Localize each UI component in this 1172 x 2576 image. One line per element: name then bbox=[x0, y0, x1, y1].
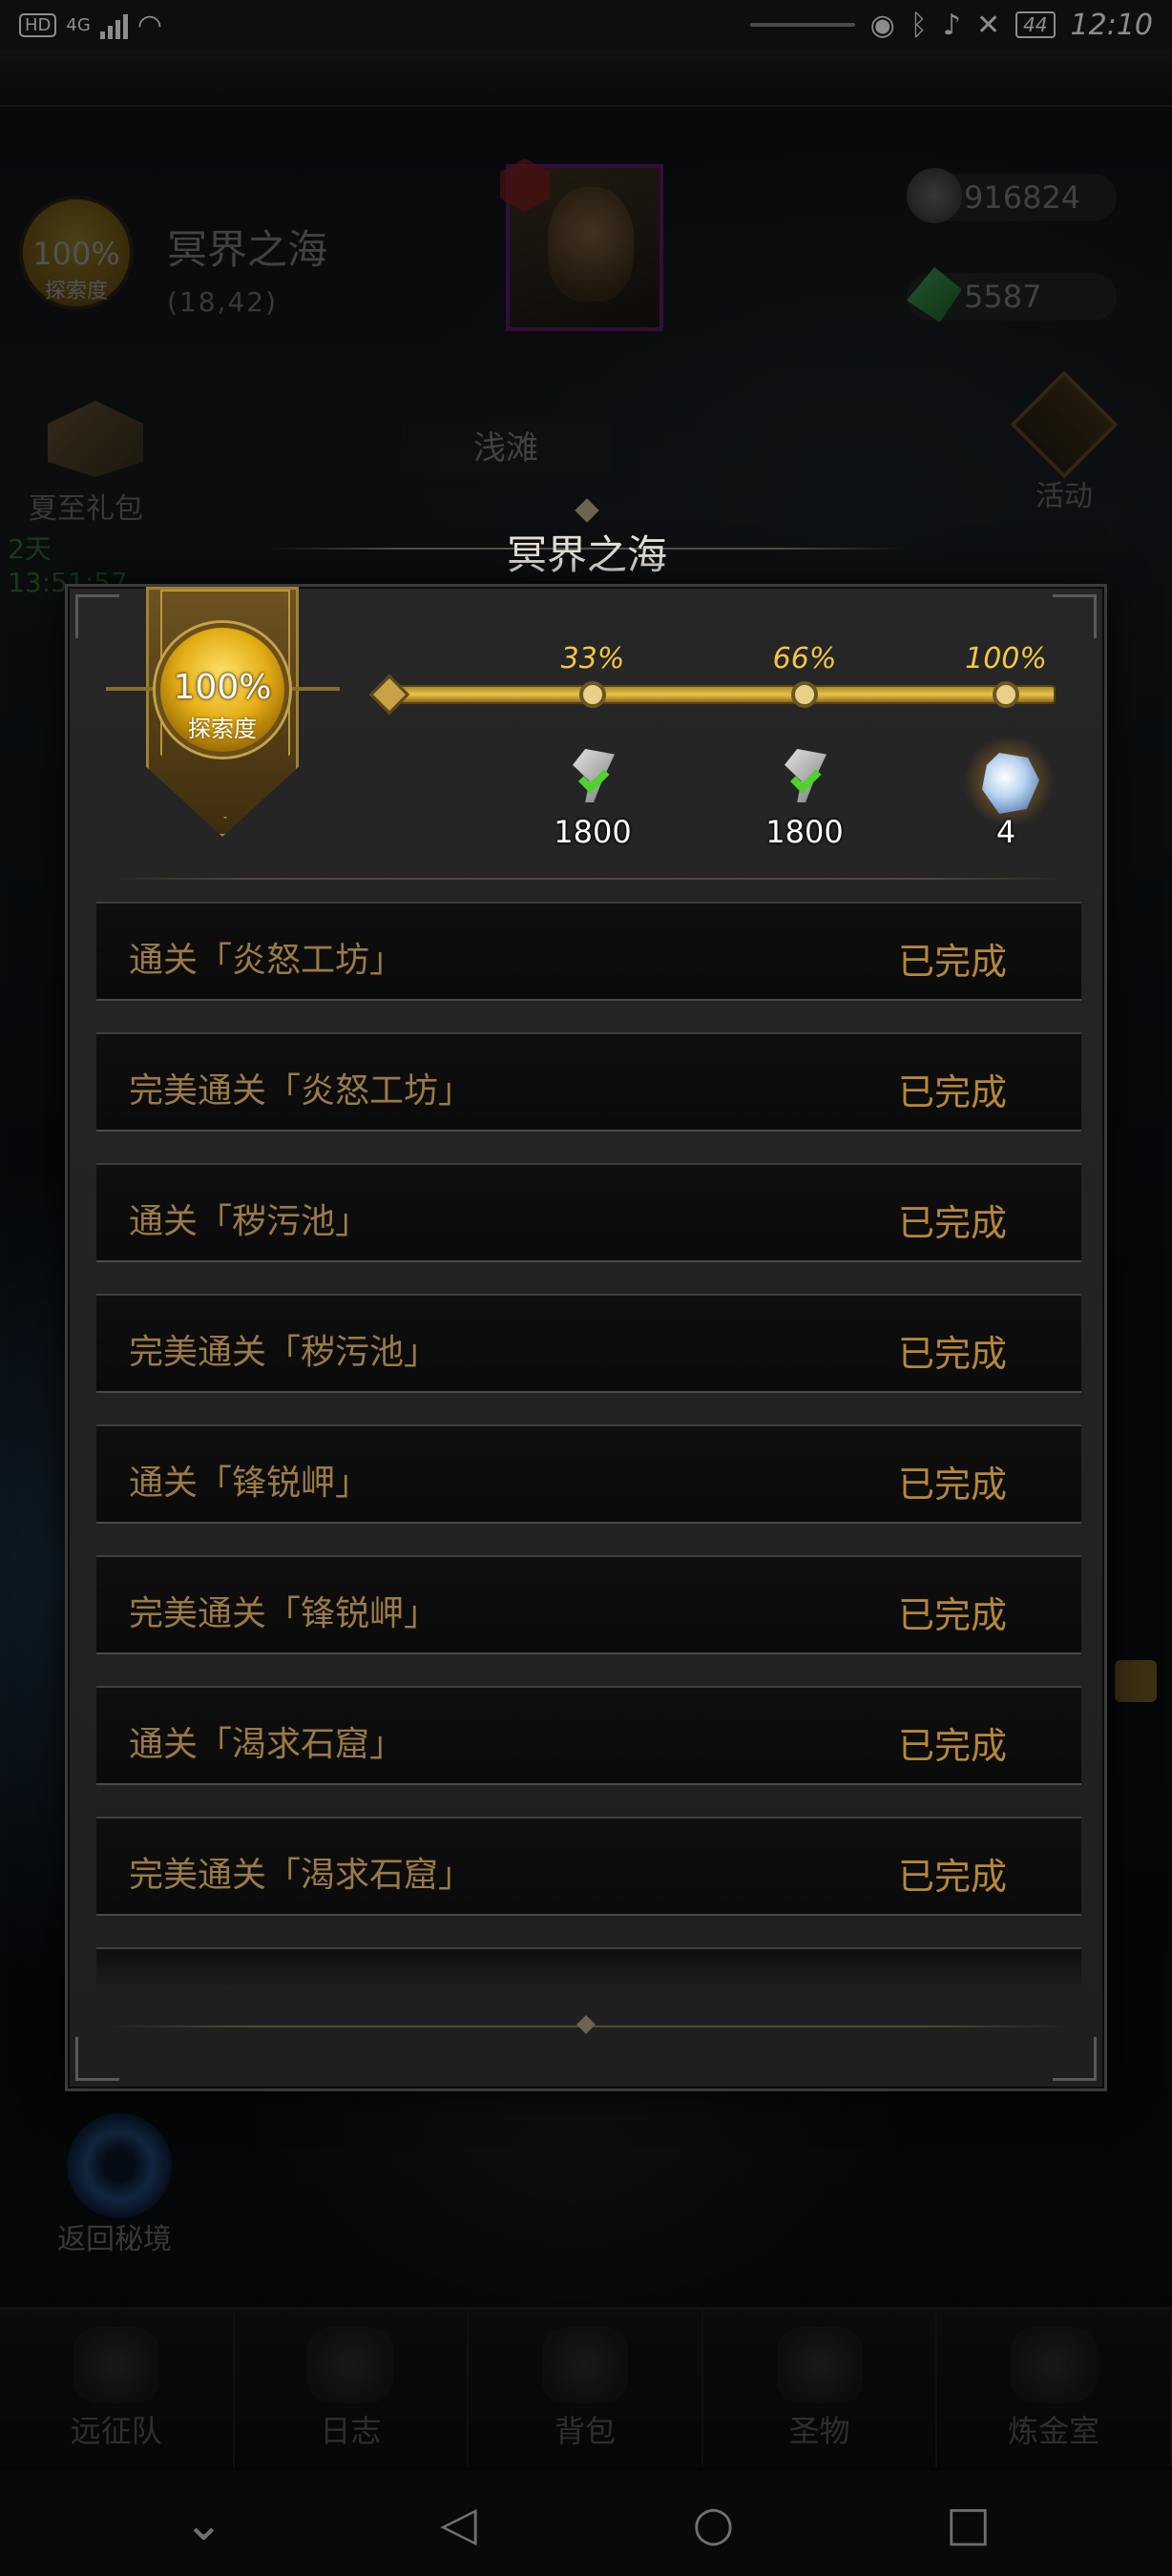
task-name: 完美通关「秽污池」 bbox=[129, 1333, 439, 1372]
check-icon bbox=[785, 760, 842, 808]
explore-medal: 100% 探索度 bbox=[156, 623, 289, 757]
task-name: 通关「秽污池」 bbox=[129, 1202, 370, 1241]
reward-axe-icon[interactable] bbox=[771, 749, 838, 816]
divider bbox=[106, 878, 1070, 880]
corner-ornament bbox=[75, 594, 119, 638]
task-status: 已完成 bbox=[898, 1464, 1008, 1506]
reward-count: 4 bbox=[995, 814, 1016, 850]
task-status: 已完成 bbox=[898, 1725, 1008, 1767]
medal-spike bbox=[106, 687, 163, 691]
task-status: 已完成 bbox=[898, 1856, 1008, 1898]
task-row[interactable]: 完美通关「渴求石窟」 已完成 bbox=[96, 1817, 1081, 1916]
reward-count: 1800 bbox=[554, 814, 632, 850]
list-fade bbox=[96, 1951, 1081, 1999]
reward-crystal-icon[interactable] bbox=[963, 736, 1055, 827]
exploration-modal: 100% 探索度 33% 1800 66% 1800 100% 4 通关「炎怒工坊」 已完成… bbox=[65, 584, 1107, 2091]
corner-ornament bbox=[75, 2037, 119, 2081]
corner-ornament bbox=[1053, 594, 1097, 638]
corner-ornament bbox=[1053, 2037, 1097, 2081]
modal-header: 冥界之海 bbox=[267, 498, 907, 592]
task-name: 通关「渴求石窟」 bbox=[129, 1725, 405, 1764]
task-row[interactable]: 完美通关「秽污池」 已完成 bbox=[96, 1294, 1081, 1393]
task-row[interactable]: 完美通关「炎怒工坊」 已完成 bbox=[96, 1032, 1081, 1132]
task-name: 完美通关「锋锐岬」 bbox=[129, 1594, 439, 1633]
progress-bar bbox=[387, 685, 1056, 704]
task-name: 完美通关「炎怒工坊」 bbox=[129, 1071, 473, 1111]
milestone-knob-icon bbox=[579, 681, 606, 708]
task-row[interactable]: 通关「渴求石窟」 已完成 bbox=[96, 1686, 1081, 1785]
milestone-label: 100% bbox=[965, 642, 1047, 675]
task-row[interactable]: 通关「秽污池」 已完成 bbox=[96, 1163, 1081, 1262]
task-name: 通关「锋锐岬」 bbox=[129, 1464, 370, 1503]
footer-ornament-icon bbox=[576, 2015, 596, 2034]
task-status: 已完成 bbox=[898, 941, 1008, 983]
task-row[interactable]: 通关「炎怒工坊」 已完成 bbox=[96, 902, 1081, 1001]
progress-start-icon bbox=[368, 674, 410, 716]
task-row[interactable]: 完美通关「锋锐岬」 已完成 bbox=[96, 1555, 1081, 1654]
task-name: 通关「炎怒工坊」 bbox=[129, 941, 405, 980]
task-status: 已完成 bbox=[898, 1071, 1008, 1113]
task-status: 已完成 bbox=[898, 1594, 1008, 1636]
task-status: 已完成 bbox=[898, 1202, 1008, 1244]
milestone-knob-icon bbox=[993, 681, 1019, 708]
medal-percent: 100% bbox=[173, 668, 272, 707]
modal-title: 冥界之海 bbox=[506, 531, 667, 578]
medal-label: 探索度 bbox=[188, 716, 257, 742]
milestone-label: 33% bbox=[560, 642, 625, 675]
task-name: 完美通关「渴求石窟」 bbox=[129, 1856, 473, 1895]
milestone-knob-icon bbox=[791, 681, 818, 708]
task-list[interactable]: 通关「炎怒工坊」 已完成 完美通关「炎怒工坊」 已完成 通关「秽污池」 已完成 完美通关「秽… bbox=[96, 902, 1081, 1999]
task-row[interactable]: 通关「锋锐岬」 已完成 bbox=[96, 1424, 1081, 1524]
progress-fill bbox=[389, 687, 1054, 702]
check-icon bbox=[573, 760, 630, 808]
milestone-label: 66% bbox=[772, 642, 837, 675]
medal-spike bbox=[283, 687, 340, 691]
reward-axe-icon[interactable] bbox=[559, 749, 626, 816]
task-status: 已完成 bbox=[898, 1333, 1008, 1375]
reward-count: 1800 bbox=[765, 814, 844, 850]
